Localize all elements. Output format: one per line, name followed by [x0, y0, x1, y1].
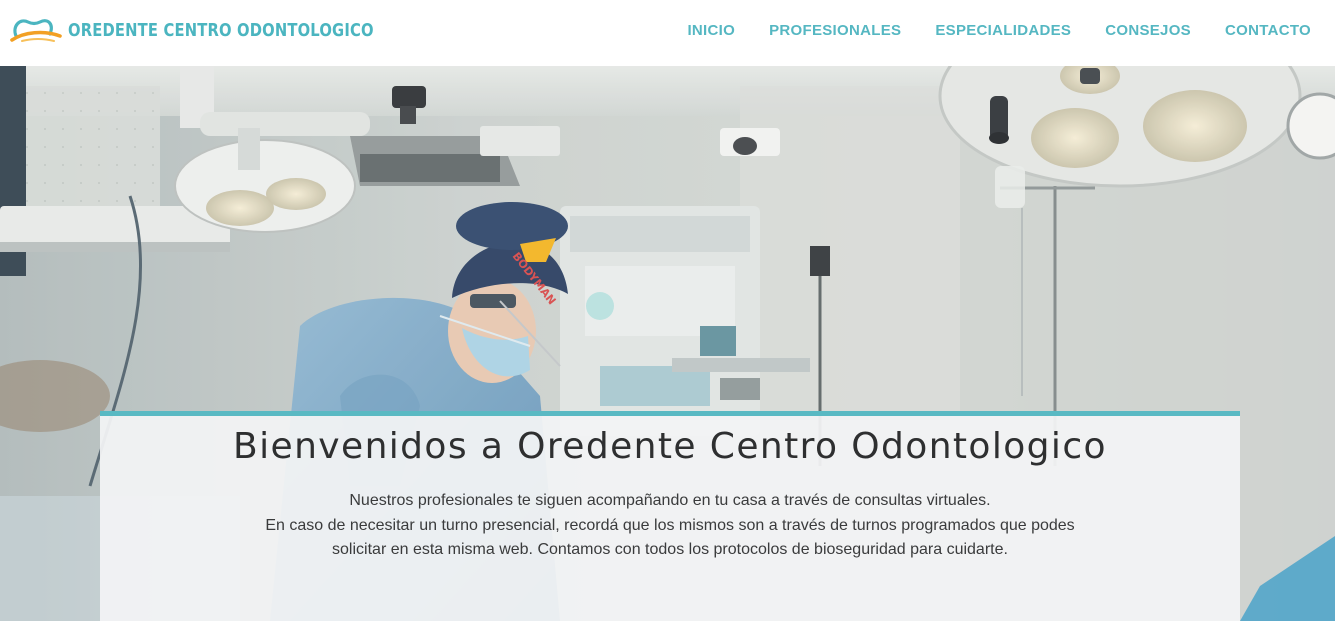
- site-header: OREDENTE CENTRO ODONTOLOGICO INICIO PROF…: [0, 0, 1335, 66]
- welcome-text-line-1: Nuestros profesionales te siguen acompañ…: [349, 492, 991, 509]
- nav-item-profesionales[interactable]: PROFESIONALES: [769, 22, 901, 39]
- tooth-logo-icon: [10, 19, 62, 42]
- brand-home-link[interactable]: OREDENTE CENTRO ODONTOLOGICO: [10, 14, 441, 46]
- welcome-panel: Bienvenidos a Oredente Centro Odontologi…: [100, 411, 1240, 621]
- nav-item-inicio[interactable]: INICIO: [687, 22, 735, 39]
- nav-item-consejos[interactable]: CONSEJOS: [1105, 22, 1191, 39]
- welcome-text: Nuestros profesionales te siguen acompañ…: [100, 489, 1240, 563]
- nav-item-especialidades[interactable]: ESPECIALIDADES: [935, 22, 1071, 39]
- nav-item-contacto[interactable]: CONTACTO: [1225, 22, 1311, 39]
- brand-name: OREDENTE CENTRO ODONTOLOGICO: [68, 19, 374, 41]
- welcome-title: Bienvenidos a Oredente Centro Odontologi…: [233, 426, 1107, 467]
- welcome-text-line-3: solicitar en esta misma web. Contamos co…: [332, 541, 1008, 558]
- welcome-text-line-2: En caso de necesitar un turno presencial…: [265, 516, 1075, 534]
- main-nav: INICIO PROFESIONALES ESPECIALIDADES CONS…: [687, 0, 1335, 60]
